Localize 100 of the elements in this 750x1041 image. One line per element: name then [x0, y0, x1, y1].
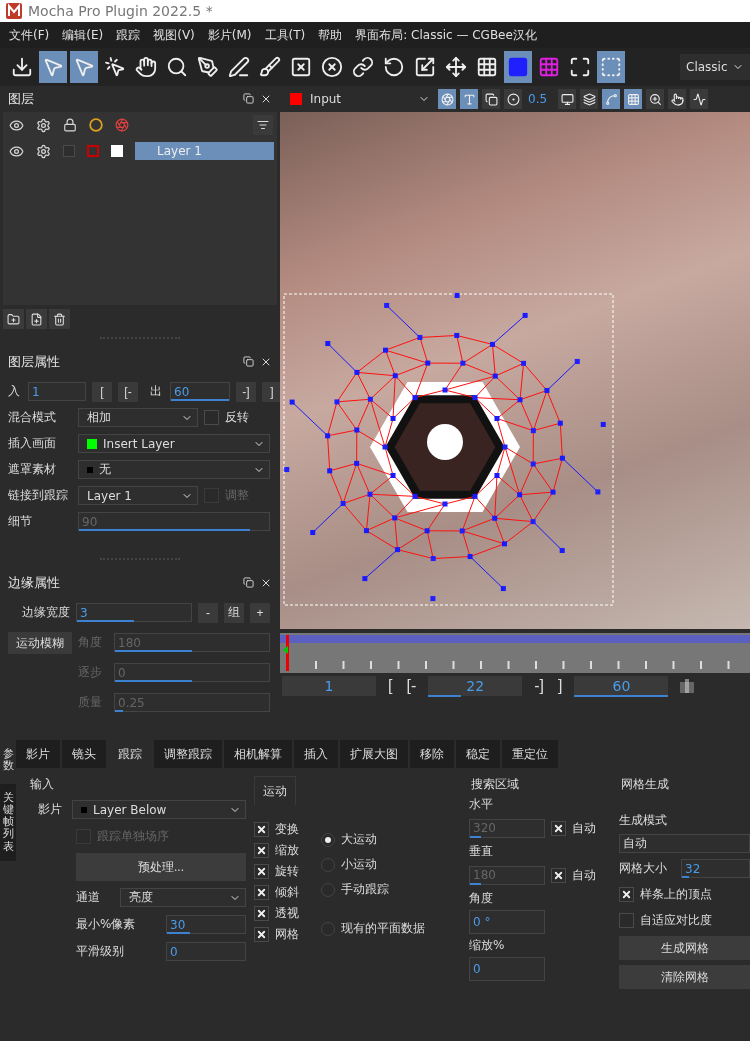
- checkbox[interactable]: [619, 913, 634, 928]
- dropdown[interactable]: 相加: [78, 408, 198, 427]
- checkbox[interactable]: [254, 864, 269, 879]
- edge-width-field[interactable]: 3: [76, 603, 192, 622]
- fit-range-icon[interactable]: [678, 678, 697, 694]
- mesh-button[interactable]: 清除网格: [619, 965, 750, 989]
- current-frame-field[interactable]: 22: [428, 676, 523, 696]
- zoom-field[interactable]: 0: [469, 957, 545, 981]
- dropdown[interactable]: Insert Layer: [78, 434, 270, 453]
- checkbox-label: 缩放: [275, 842, 299, 859]
- tab[interactable]: 稳定: [456, 740, 500, 768]
- view-tool-button[interactable]: [504, 89, 522, 109]
- zoom-icon: [648, 92, 662, 106]
- mesh-button[interactable]: 生成网格: [619, 936, 750, 960]
- min-pixels-field[interactable]: 30: [166, 915, 246, 934]
- checkbox[interactable]: [551, 867, 566, 883]
- file-plus-icon: [30, 312, 43, 326]
- checkbox[interactable]: [254, 927, 269, 942]
- edge-button[interactable]: +: [250, 602, 270, 623]
- tab[interactable]: 调整跟踪: [154, 740, 222, 768]
- eye-icon[interactable]: [9, 143, 24, 159]
- gear-icon[interactable]: [36, 143, 51, 159]
- bracket-button[interactable]: -]: [532, 677, 546, 695]
- gear-icon: [36, 117, 51, 133]
- tab[interactable]: 移除: [410, 740, 454, 768]
- menu-item[interactable]: 影片(M): [207, 26, 252, 44]
- view-tool-button[interactable]: [482, 89, 500, 109]
- end-frame-field[interactable]: 60: [574, 676, 669, 696]
- close-icon[interactable]: [260, 356, 272, 368]
- bracket-button[interactable]: [: [386, 677, 395, 695]
- view-tool-button[interactable]: [558, 89, 576, 109]
- menu-item[interactable]: 跟踪: [116, 26, 141, 44]
- delete-button[interactable]: [49, 309, 70, 329]
- new-layer-button[interactable]: [26, 309, 47, 329]
- menu-item[interactable]: 视图(V): [153, 26, 195, 44]
- view-tool-button[interactable]: [690, 89, 708, 109]
- edge-button[interactable]: 组: [224, 602, 244, 623]
- edge-button[interactable]: -: [198, 602, 218, 623]
- checkbox[interactable]: [254, 843, 269, 858]
- radio-button[interactable]: [321, 832, 335, 847]
- layers-icon: [582, 92, 596, 106]
- tab[interactable]: 镜头: [62, 740, 106, 768]
- menu-item[interactable]: 文件(F): [9, 26, 50, 44]
- bracket-button[interactable]: [-: [404, 677, 419, 695]
- layout-dropdown[interactable]: Classic: [680, 54, 750, 80]
- preprocess-button[interactable]: 预处理...: [76, 853, 246, 881]
- checkbox[interactable]: [619, 887, 634, 902]
- checkbox[interactable]: [204, 410, 219, 425]
- smooth-field[interactable]: 0: [166, 942, 246, 961]
- tab[interactable]: 相机解算: [224, 740, 292, 768]
- tab[interactable]: 影片: [16, 740, 60, 768]
- checkbox[interactable]: [254, 885, 269, 900]
- view-tool-button[interactable]: [646, 89, 664, 109]
- start-frame-field[interactable]: 1: [282, 676, 376, 696]
- checkbox[interactable]: [551, 820, 566, 836]
- motion-blur-button[interactable]: 运动模糊: [8, 632, 72, 654]
- expand-icon: [569, 56, 591, 78]
- bracket-button[interactable]: -]: [236, 381, 256, 402]
- bracket-button[interactable]: [-: [118, 381, 138, 402]
- bracket-button[interactable]: ]: [556, 677, 565, 695]
- monitor-icon: [560, 92, 574, 106]
- close-icon[interactable]: [260, 577, 272, 589]
- close-icon[interactable]: [260, 93, 272, 105]
- out-field[interactable]: 60: [170, 382, 230, 401]
- tab[interactable]: 插入: [294, 740, 338, 768]
- view-tool-button[interactable]: [580, 89, 598, 109]
- tab[interactable]: 扩展大图: [340, 740, 408, 768]
- opacity-field[interactable]: 0.5: [526, 89, 554, 109]
- layer-menu-button[interactable]: [253, 115, 273, 135]
- field-label: 水平: [469, 796, 494, 813]
- dropdown[interactable]: 无: [78, 460, 270, 479]
- undock-icon[interactable]: [243, 93, 254, 104]
- checkbox[interactable]: [254, 822, 269, 837]
- side-tab[interactable]: 关键帧列表: [0, 784, 16, 861]
- undock-icon[interactable]: [243, 577, 254, 588]
- tab[interactable]: 重定位: [502, 740, 558, 768]
- dropdown[interactable]: 亮度: [120, 888, 246, 907]
- menu-item[interactable]: 帮助: [318, 26, 343, 44]
- motion-tab[interactable]: 运动: [254, 776, 296, 805]
- view-tool-button[interactable]: [668, 89, 686, 109]
- field-label: 链接到跟踪: [8, 487, 69, 504]
- dropdown[interactable]: Layer 1: [78, 486, 198, 505]
- bracket-button[interactable]: [: [92, 381, 112, 402]
- menu-item[interactable]: 界面布局: Classic — CGBee汉化: [355, 26, 537, 44]
- menu-item[interactable]: 工具(T): [264, 26, 306, 44]
- dropdown[interactable]: Layer Below: [72, 800, 246, 819]
- section-title: 搜索区域: [470, 776, 520, 793]
- new-group-button[interactable]: [3, 309, 24, 329]
- lock-toggle[interactable]: [63, 145, 75, 157]
- checkbox[interactable]: [254, 906, 269, 921]
- in-field[interactable]: 1: [28, 382, 86, 401]
- angle-field[interactable]: 0 °: [469, 910, 545, 934]
- bracket-button[interactable]: ]: [262, 381, 282, 402]
- record-icon: [506, 92, 520, 106]
- field-label: 平滑级别: [76, 943, 125, 960]
- menu-item[interactable]: 编辑(E): [62, 26, 104, 44]
- undock-icon[interactable]: [243, 356, 254, 367]
- mode-field[interactable]: 自动: [619, 834, 750, 853]
- mesh-size-field[interactable]: 32: [681, 859, 750, 878]
- pointer-click-icon: [104, 56, 126, 78]
